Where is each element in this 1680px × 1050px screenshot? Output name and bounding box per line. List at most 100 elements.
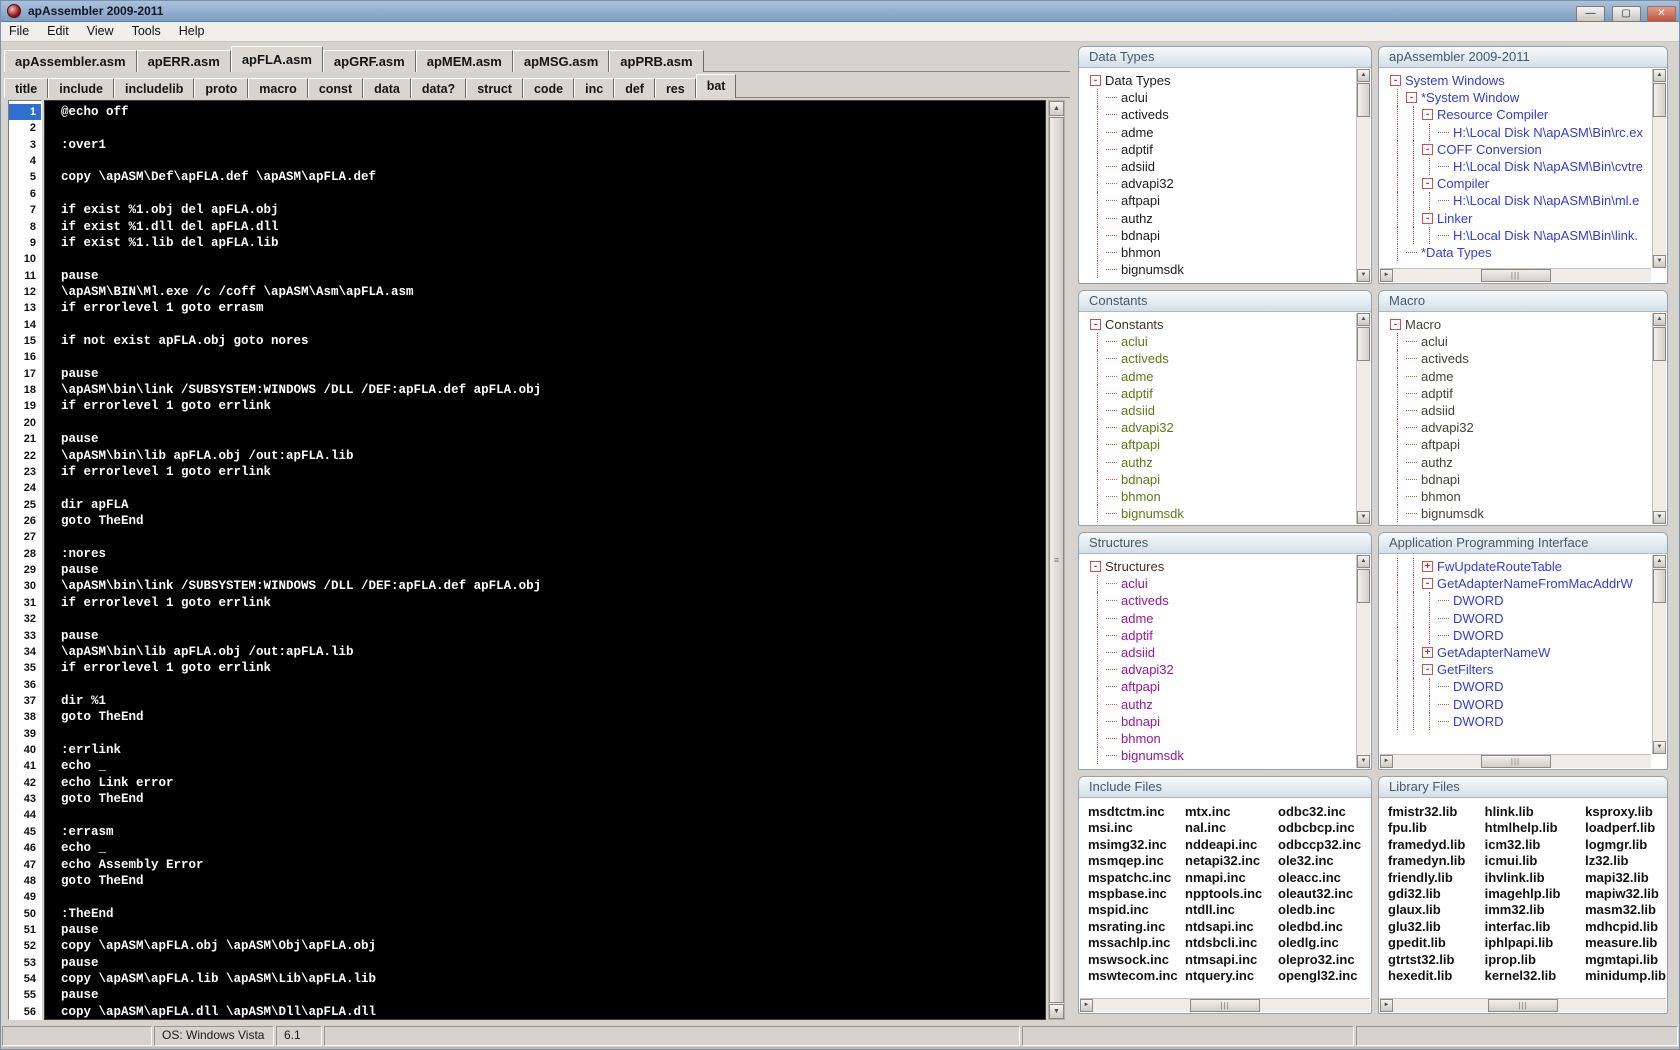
file-item[interactable]: ntquery.inc — [1185, 968, 1278, 984]
file-item[interactable]: glu32.lib — [1388, 919, 1485, 935]
scroll-up-icon[interactable]: ▲ — [1049, 101, 1064, 116]
file-item[interactable]: icm32.lib — [1485, 837, 1585, 853]
scroll-down-icon[interactable]: ▼ — [1653, 255, 1666, 268]
tree-item[interactable]: authz — [1090, 209, 1370, 227]
scroll-down-icon[interactable]: ▼ — [1653, 741, 1666, 754]
code-line[interactable]: pause — [61, 922, 1045, 938]
tree-item[interactable]: adsiid — [1090, 401, 1370, 420]
file-item[interactable]: odbccp32.inc — [1278, 837, 1361, 853]
tree-item[interactable]: adme — [1090, 367, 1370, 385]
code-line[interactable] — [61, 317, 1045, 333]
line-number[interactable]: 26 — [9, 513, 41, 529]
tree-item[interactable]: bhmon — [1090, 243, 1370, 262]
scrollbar-thumb[interactable] — [1653, 327, 1666, 361]
line-number[interactable]: 15 — [9, 333, 41, 349]
line-number[interactable]: 28 — [9, 546, 41, 562]
file-item[interactable]: gtrtst32.lib — [1388, 952, 1485, 968]
line-number[interactable]: 20 — [9, 415, 41, 431]
line-number[interactable]: 56 — [9, 1004, 41, 1019]
constants-vscrollbar[interactable]: ▲ ▼ — [1356, 313, 1370, 524]
tree-item[interactable]: DWORD — [1390, 695, 1666, 713]
scroll-up-icon[interactable]: ▲ — [1357, 555, 1370, 568]
maximize-button[interactable]: ▢ — [1611, 6, 1641, 22]
file-item[interactable]: imagehlp.lib — [1485, 886, 1585, 902]
code-line[interactable]: copy \apASM\apFLA.lib \apASM\Lib\apFLA.l… — [61, 971, 1045, 987]
line-number[interactable]: 29 — [9, 562, 41, 578]
collapse-icon[interactable]: - — [1090, 561, 1101, 572]
tree-item[interactable]: activeds — [1090, 106, 1370, 124]
code-line[interactable]: goto TheEnd — [61, 513, 1045, 529]
collapse-icon[interactable]: - — [1422, 178, 1433, 190]
file-item[interactable]: mspbase.inc — [1088, 886, 1185, 902]
collapse-icon[interactable]: - — [1406, 92, 1417, 104]
line-number[interactable]: 5 — [9, 169, 41, 185]
file-item[interactable]: ihvlink.lib — [1485, 870, 1585, 886]
code-line[interactable]: if errorlevel 1 goto errlink — [61, 660, 1045, 676]
tree-item[interactable]: bhmon — [1090, 487, 1370, 506]
code-line[interactable] — [61, 889, 1045, 905]
scrollbar-thumb[interactable] — [1357, 327, 1370, 361]
tab-apmsg-asm[interactable]: apMSG.asm — [512, 50, 610, 72]
line-number[interactable]: 36 — [9, 677, 41, 693]
file-item[interactable]: mtx.inc — [1185, 804, 1278, 820]
code-line[interactable]: copy \apASM\Def\apFLA.def \apASM\apFLA.d… — [61, 169, 1045, 185]
code-line[interactable]: echo Assembly Error — [61, 857, 1045, 873]
tab-apgrf-asm[interactable]: apGRF.asm — [322, 50, 416, 72]
tree-item[interactable]: - Macro — [1390, 316, 1666, 333]
code-line[interactable]: pause — [61, 955, 1045, 971]
line-number[interactable]: 37 — [9, 693, 41, 709]
structures-vscrollbar[interactable]: ▲ ▼ — [1356, 555, 1370, 768]
tree-item[interactable]: aclui — [1090, 333, 1370, 351]
tree-item[interactable]: adsiid — [1090, 157, 1370, 176]
code-line[interactable]: pause — [61, 628, 1045, 644]
code-line[interactable] — [61, 153, 1045, 169]
file-item[interactable]: ksproxy.lib — [1585, 804, 1666, 820]
collapse-icon[interactable]: - — [1422, 143, 1433, 155]
line-number[interactable]: 3 — [9, 137, 41, 153]
tree-item[interactable]: advapi32 — [1090, 175, 1370, 193]
tree-item[interactable]: adme — [1390, 367, 1666, 385]
tree-item[interactable]: - GetAdapterNameFromMacAddrW — [1390, 575, 1666, 593]
file-item[interactable]: mswsock.inc — [1088, 952, 1185, 968]
line-number[interactable]: 22 — [9, 448, 41, 464]
file-item[interactable]: loadperf.lib — [1585, 820, 1666, 836]
line-number[interactable]: 23 — [9, 464, 41, 480]
code-line[interactable]: if exist %1.lib del apFLA.lib — [61, 235, 1045, 251]
line-number[interactable]: 6 — [9, 186, 41, 202]
line-number[interactable]: 13 — [9, 300, 41, 316]
code-line[interactable] — [61, 186, 1045, 202]
file-item[interactable]: odbcbcp.inc — [1278, 820, 1361, 836]
api-vscrollbar[interactable]: ▲ ▼ — [1652, 555, 1666, 754]
line-number[interactable]: 30 — [9, 578, 41, 594]
line-number[interactable]: 39 — [9, 726, 41, 742]
menu-tools[interactable]: Tools — [123, 22, 170, 41]
tree-item[interactable]: authz — [1090, 695, 1370, 713]
tree-item[interactable]: + FwUpdateRouteTable — [1390, 558, 1666, 576]
code-line[interactable]: dir %1 — [61, 693, 1045, 709]
code-line[interactable]: pause — [61, 987, 1045, 1003]
include-hscrollbar[interactable]: ◄ ||| ► — [1080, 998, 1370, 1012]
line-number[interactable]: 10 — [9, 251, 41, 267]
tree-item[interactable]: H:\Local Disk N\apASM\Bin\rc.ex — [1390, 123, 1666, 141]
tree-item[interactable]: H:\Local Disk N\apASM\Bin\ml.e — [1390, 192, 1666, 210]
file-item[interactable]: ntdll.inc — [1185, 902, 1278, 918]
tree-item[interactable]: - Data Types — [1090, 72, 1370, 89]
tree-item[interactable]: bhmon — [1090, 729, 1370, 748]
code-line[interactable]: if errorlevel 1 goto errlink — [61, 595, 1045, 611]
scroll-up-icon[interactable]: ▲ — [1653, 313, 1666, 326]
tree-item[interactable]: authz — [1090, 453, 1370, 471]
file-item[interactable]: olepro32.inc — [1278, 952, 1361, 968]
code-line[interactable] — [61, 529, 1045, 545]
file-item[interactable]: framedyd.lib — [1388, 837, 1485, 853]
code-line[interactable] — [61, 415, 1045, 431]
file-item[interactable]: masm32.lib — [1585, 902, 1666, 918]
line-number[interactable]: 50 — [9, 906, 41, 922]
tree-item[interactable]: bignumsdk — [1090, 261, 1370, 279]
tree-item[interactable]: aclui — [1390, 333, 1666, 351]
api-hscrollbar[interactable]: ◄ ||| ► — [1380, 754, 1651, 768]
file-item[interactable]: framedyn.lib — [1388, 853, 1485, 869]
menu-edit[interactable]: Edit — [38, 22, 78, 41]
tree-item[interactable]: - COFF Conversion — [1390, 140, 1666, 158]
tree-item[interactable]: H:\Local Disk N\apASM\Bin\link. — [1390, 226, 1666, 244]
file-item[interactable]: npptools.inc — [1185, 886, 1278, 902]
